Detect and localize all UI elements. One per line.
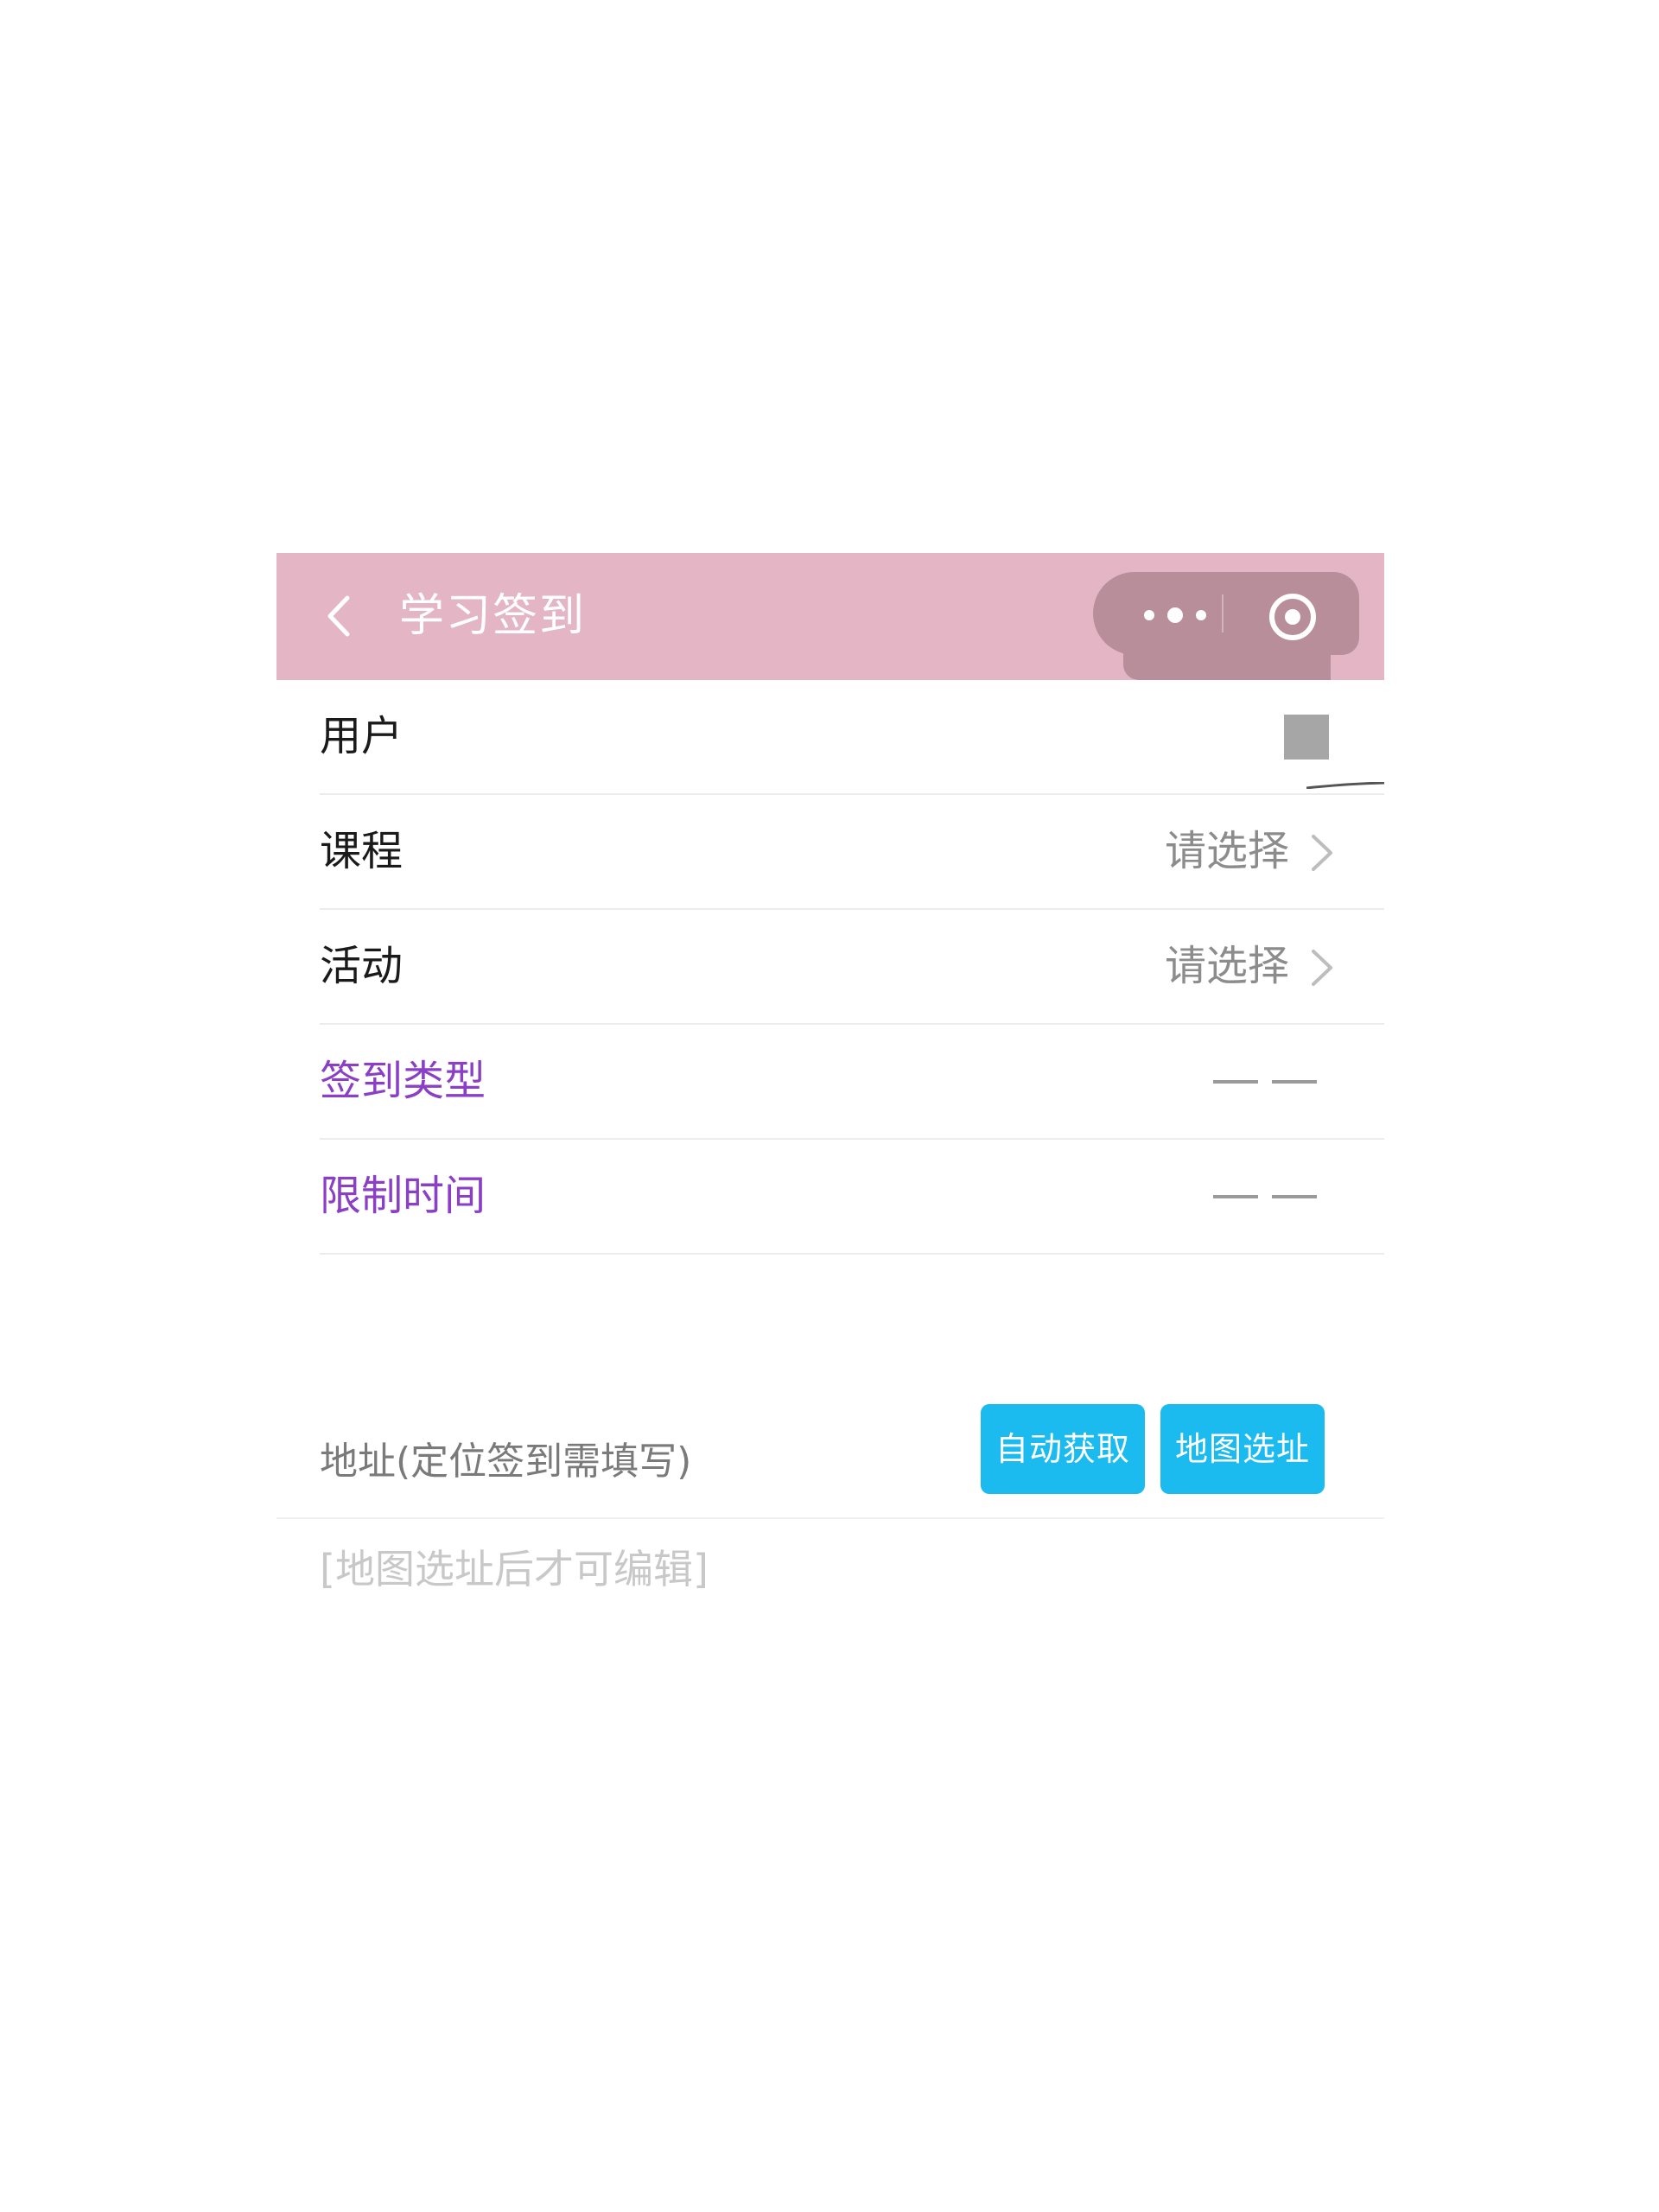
address-separator [276,1517,1384,1519]
map-select-button[interactable]: 地图选址 [1160,1404,1325,1494]
row-label-activity: 活动 [320,942,404,990]
row-label-time-limit: 限制时间 [320,1172,486,1220]
decorative-curve [1306,782,1384,789]
row-checkin-type: 签到类型 [276,1025,1384,1140]
chevron-right-icon [1312,835,1332,871]
row-label-user: 用户 [320,712,404,760]
user-avatar [1284,715,1329,760]
row-activity[interactable]: 活动 请选择 [276,910,1384,1025]
course-picker-value[interactable]: 请选择 [1165,821,1289,881]
page-title: 学习签到 [399,590,587,642]
activity-picker-value[interactable]: 请选择 [1165,936,1289,996]
more-dots-icon[interactable] [1123,588,1227,643]
capsule-divider [1222,594,1224,632]
address-input[interactable]: [地图选址后才可编辑] [320,1541,709,1597]
row-course[interactable]: 课程 请选择 [276,795,1384,910]
chevron-left-icon[interactable] [318,593,365,639]
checkin-screen: 学习签到 用户 课程 请选择 活动 请选择 签到类型 限制时间 地址(定位签到需… [276,553,1384,1592]
checkin-type-empty-value [1213,1080,1343,1085]
auto-locate-button[interactable]: 自动获取 [981,1404,1145,1494]
row-user[interactable]: 用户 [276,680,1384,795]
navbar: 学习签到 [276,553,1384,680]
page: 学习签到 用户 课程 请选择 活动 请选择 签到类型 限制时间 地址(定位签到需… [0,0,1659,2212]
record-circle-icon[interactable] [1262,586,1334,646]
row-time-limit: 限制时间 [276,1140,1384,1255]
time-limit-empty-value [1213,1195,1343,1200]
row-label-course: 课程 [320,827,404,875]
row-label-checkin-type: 签到类型 [320,1057,486,1105]
address-label: 地址(定位签到需填写) [320,1440,692,1484]
chevron-right-icon [1312,950,1332,986]
row-separator [320,1253,1384,1255]
